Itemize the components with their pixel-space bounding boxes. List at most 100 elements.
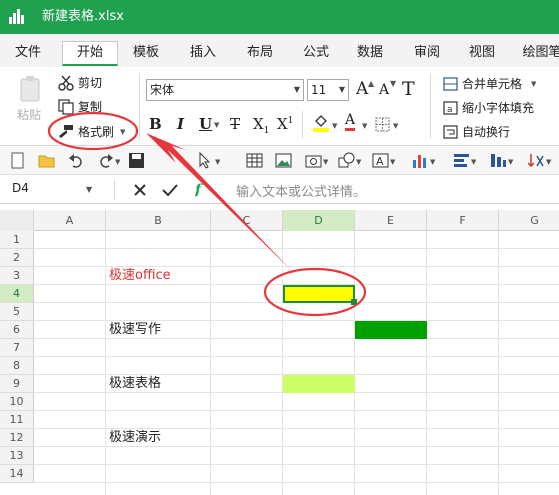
row-header-9[interactable]: 9: [0, 375, 34, 393]
font-name-select[interactable]: 宋体 ▼: [146, 79, 304, 101]
function-icon[interactable]: f: [195, 181, 209, 197]
redo-dropdown-icon[interactable]: ▼: [115, 158, 120, 166]
select-all-corner[interactable]: [0, 210, 34, 231]
open-folder-icon[interactable]: [38, 152, 55, 169]
column-header-a[interactable]: A: [34, 210, 106, 231]
new-document-icon[interactable]: [9, 152, 26, 169]
distribute-icon[interactable]: [490, 152, 507, 169]
name-box[interactable]: D4: [12, 181, 29, 195]
tab-view[interactable]: 视图: [460, 42, 504, 67]
italic-button[interactable]: I: [177, 115, 184, 133]
tab-file[interactable]: 文件: [6, 42, 50, 67]
align-dropdown-icon[interactable]: ▼: [471, 158, 476, 166]
font-color-dropdown-icon[interactable]: ▼: [362, 122, 367, 130]
formula-input[interactable]: 输入文本或公式详情。: [236, 181, 366, 200]
tab-template[interactable]: 模板: [124, 42, 168, 67]
cancel-icon[interactable]: [133, 183, 147, 197]
undo-icon[interactable]: [68, 152, 85, 169]
underline-button[interactable]: U: [199, 115, 212, 133]
tab-formula[interactable]: 公式: [294, 42, 338, 67]
format-painter-button[interactable]: 格式刷: [78, 124, 114, 140]
row-header-4[interactable]: 4: [0, 285, 34, 303]
format-painter-dropdown-icon[interactable]: ▼: [120, 128, 125, 136]
bold-button[interactable]: B: [149, 115, 162, 133]
cell-d9-fill[interactable]: [283, 375, 355, 393]
sort-dropdown-icon[interactable]: ▼: [546, 158, 551, 166]
table-icon[interactable]: [246, 152, 263, 169]
row-header-11[interactable]: 11: [0, 411, 34, 429]
row-header-6[interactable]: 6: [0, 321, 34, 339]
scissors-icon[interactable]: [58, 75, 74, 91]
merge-cells-button[interactable]: 合并单元格: [462, 76, 522, 92]
text-box-icon[interactable]: A: [372, 152, 389, 169]
merge-dropdown-icon[interactable]: ▼: [531, 80, 536, 88]
bar-chart-icon[interactable]: [412, 152, 429, 169]
distribute-dropdown-icon[interactable]: ▼: [508, 158, 513, 166]
subscript-button[interactable]: X1: [253, 115, 269, 136]
shapes-icon[interactable]: [338, 152, 355, 169]
merge-cells-icon[interactable]: [443, 77, 458, 91]
column-header-b[interactable]: B: [106, 210, 211, 231]
cell-b6[interactable]: 极速写作: [109, 321, 161, 339]
row-header-1[interactable]: 1: [0, 231, 34, 249]
strikethrough-button[interactable]: T: [230, 115, 240, 133]
row-header-8[interactable]: 8: [0, 357, 34, 375]
tab-review[interactable]: 审阅: [405, 42, 449, 67]
cell-b9[interactable]: 极速表格: [109, 375, 161, 393]
column-header-d[interactable]: D: [283, 210, 355, 231]
sort-icon[interactable]: [528, 152, 545, 169]
row-header-13[interactable]: 13: [0, 447, 34, 465]
wrap-text-icon[interactable]: [443, 125, 458, 139]
cell-b3[interactable]: 极速office: [109, 267, 171, 285]
wrap-text-button[interactable]: 自动换行: [462, 124, 510, 140]
fill-color-icon[interactable]: [312, 113, 330, 133]
row-header-14[interactable]: 14: [0, 465, 34, 483]
select-dropdown-icon[interactable]: ▼: [215, 158, 220, 166]
text-box-dropdown-icon[interactable]: ▼: [390, 158, 395, 166]
row-header-3[interactable]: 3: [0, 267, 34, 285]
fill-color-dropdown-icon[interactable]: ▼: [332, 122, 337, 130]
cut-button[interactable]: 剪切: [78, 75, 102, 91]
tab-data[interactable]: 数据: [348, 42, 392, 67]
copy-icon[interactable]: [58, 99, 74, 115]
align-icon[interactable]: [453, 152, 470, 169]
select-cursor-icon[interactable]: [197, 152, 214, 169]
row-header-7[interactable]: 7: [0, 339, 34, 357]
decrease-font-button[interactable]: A: [379, 82, 389, 98]
spreadsheet-grid[interactable]: A B C D E F G 1 2 3 4 5 6 7 8 9 10 11 12…: [0, 210, 559, 495]
redo-icon[interactable]: [97, 152, 114, 169]
screenshot-icon[interactable]: [305, 152, 322, 169]
paste-button[interactable]: 粘贴: [12, 73, 48, 122]
underline-dropdown-icon[interactable]: ▼: [214, 121, 219, 129]
fill-handle[interactable]: [351, 299, 357, 305]
save-icon[interactable]: [128, 152, 145, 169]
row-header-2[interactable]: 2: [0, 249, 34, 267]
screenshot-dropdown-icon[interactable]: ▼: [323, 158, 328, 166]
name-box-dropdown-icon[interactable]: ▼: [86, 185, 92, 194]
image-icon[interactable]: [275, 152, 292, 169]
shrink-to-fit-button[interactable]: 缩小字体填充: [462, 100, 534, 116]
row-header-5[interactable]: 5: [0, 303, 34, 321]
clear-format-button[interactable]: T: [402, 78, 415, 100]
shrink-to-fit-icon[interactable]: a: [443, 101, 458, 115]
column-header-g[interactable]: G: [499, 210, 559, 231]
cell-e6-fill[interactable]: [355, 321, 427, 339]
tab-draw[interactable]: 绘图笔: [514, 42, 559, 67]
tab-home[interactable]: 开始: [62, 41, 118, 66]
format-painter-icon[interactable]: [58, 124, 74, 140]
column-header-c[interactable]: C: [211, 210, 283, 231]
cell-b12[interactable]: 极速演示: [109, 429, 161, 447]
cell-d4-selected[interactable]: [283, 285, 355, 303]
increase-font-button[interactable]: A: [356, 79, 368, 99]
row-header-10[interactable]: 10: [0, 393, 34, 411]
font-size-select[interactable]: 11 ▼: [307, 79, 349, 101]
copy-button[interactable]: 复制: [78, 99, 102, 115]
border-dropdown-icon[interactable]: ▼: [393, 122, 398, 130]
chart-dropdown-icon[interactable]: ▼: [430, 158, 435, 166]
confirm-icon[interactable]: [162, 183, 178, 197]
row-header-12[interactable]: 12: [0, 429, 34, 447]
font-color-button[interactable]: A: [345, 112, 356, 131]
column-header-e[interactable]: E: [355, 210, 427, 231]
tab-insert[interactable]: 插入: [181, 42, 225, 67]
shapes-dropdown-icon[interactable]: ▼: [356, 158, 361, 166]
